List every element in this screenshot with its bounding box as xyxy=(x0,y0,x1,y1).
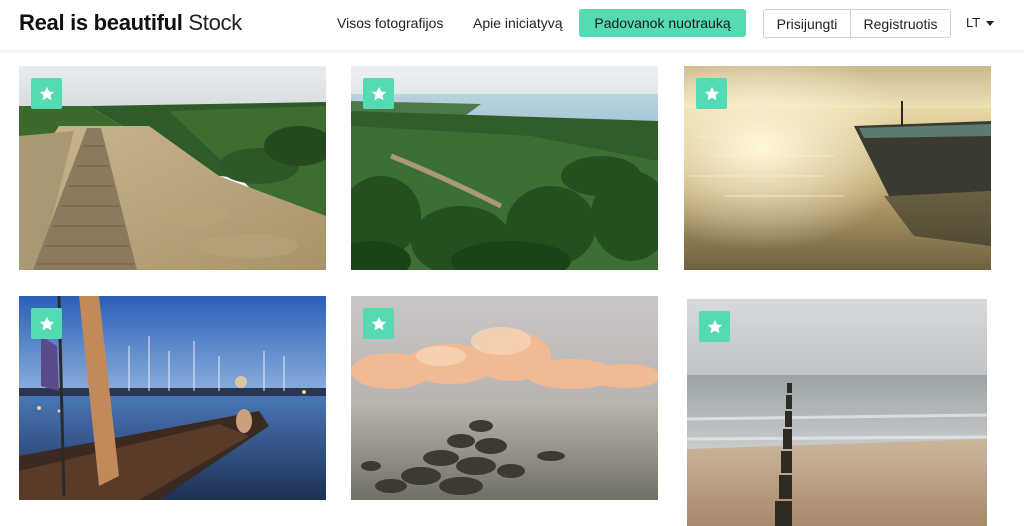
featured-badge[interactable] xyxy=(696,78,727,109)
star-icon xyxy=(707,319,722,333)
star-icon xyxy=(39,316,54,330)
featured-badge[interactable] xyxy=(31,308,62,339)
login-button[interactable]: Prisijungti xyxy=(764,10,851,37)
nav-all-photos[interactable]: Visos fotografijos xyxy=(337,15,443,31)
star-icon xyxy=(704,86,719,100)
site-logo[interactable]: Real is beautiful Stock xyxy=(19,10,242,36)
star-icon xyxy=(371,86,386,100)
photo-forest-coast-view xyxy=(351,66,658,270)
site-header: Real is beautiful Stock Visos fotografij… xyxy=(0,0,1024,50)
photo-boat-at-sunset xyxy=(684,66,991,270)
photo-harbor-sailboat-night xyxy=(19,296,326,500)
photo-card[interactable] xyxy=(19,296,326,500)
photo-card[interactable] xyxy=(351,66,658,270)
nav-about[interactable]: Apie iniciatyvą xyxy=(473,15,563,31)
featured-badge[interactable] xyxy=(699,311,730,342)
photo-stony-shore-clouds xyxy=(351,296,658,500)
donate-photo-button[interactable]: Padovanok nuotrauką xyxy=(579,9,746,37)
chevron-down-icon xyxy=(986,20,995,26)
auth-button-group: Prisijungti Registruotis xyxy=(763,9,951,38)
star-icon xyxy=(39,86,54,100)
language-selector[interactable]: LT xyxy=(966,15,995,30)
featured-badge[interactable] xyxy=(31,78,62,109)
logo-light-text: Stock xyxy=(188,10,242,35)
photo-card[interactable] xyxy=(19,66,326,270)
photo-card[interactable] xyxy=(687,299,987,526)
photo-card[interactable] xyxy=(684,66,991,270)
featured-badge[interactable] xyxy=(363,78,394,109)
photo-dune-boardwalk xyxy=(19,66,326,270)
language-label: LT xyxy=(966,15,981,30)
photo-card[interactable] xyxy=(351,296,658,500)
star-icon xyxy=(371,316,386,330)
register-button[interactable]: Registruotis xyxy=(851,10,950,37)
featured-badge[interactable] xyxy=(363,308,394,339)
photo-breakwater-sea xyxy=(687,299,987,526)
logo-bold-text: Real is beautiful xyxy=(19,10,183,35)
